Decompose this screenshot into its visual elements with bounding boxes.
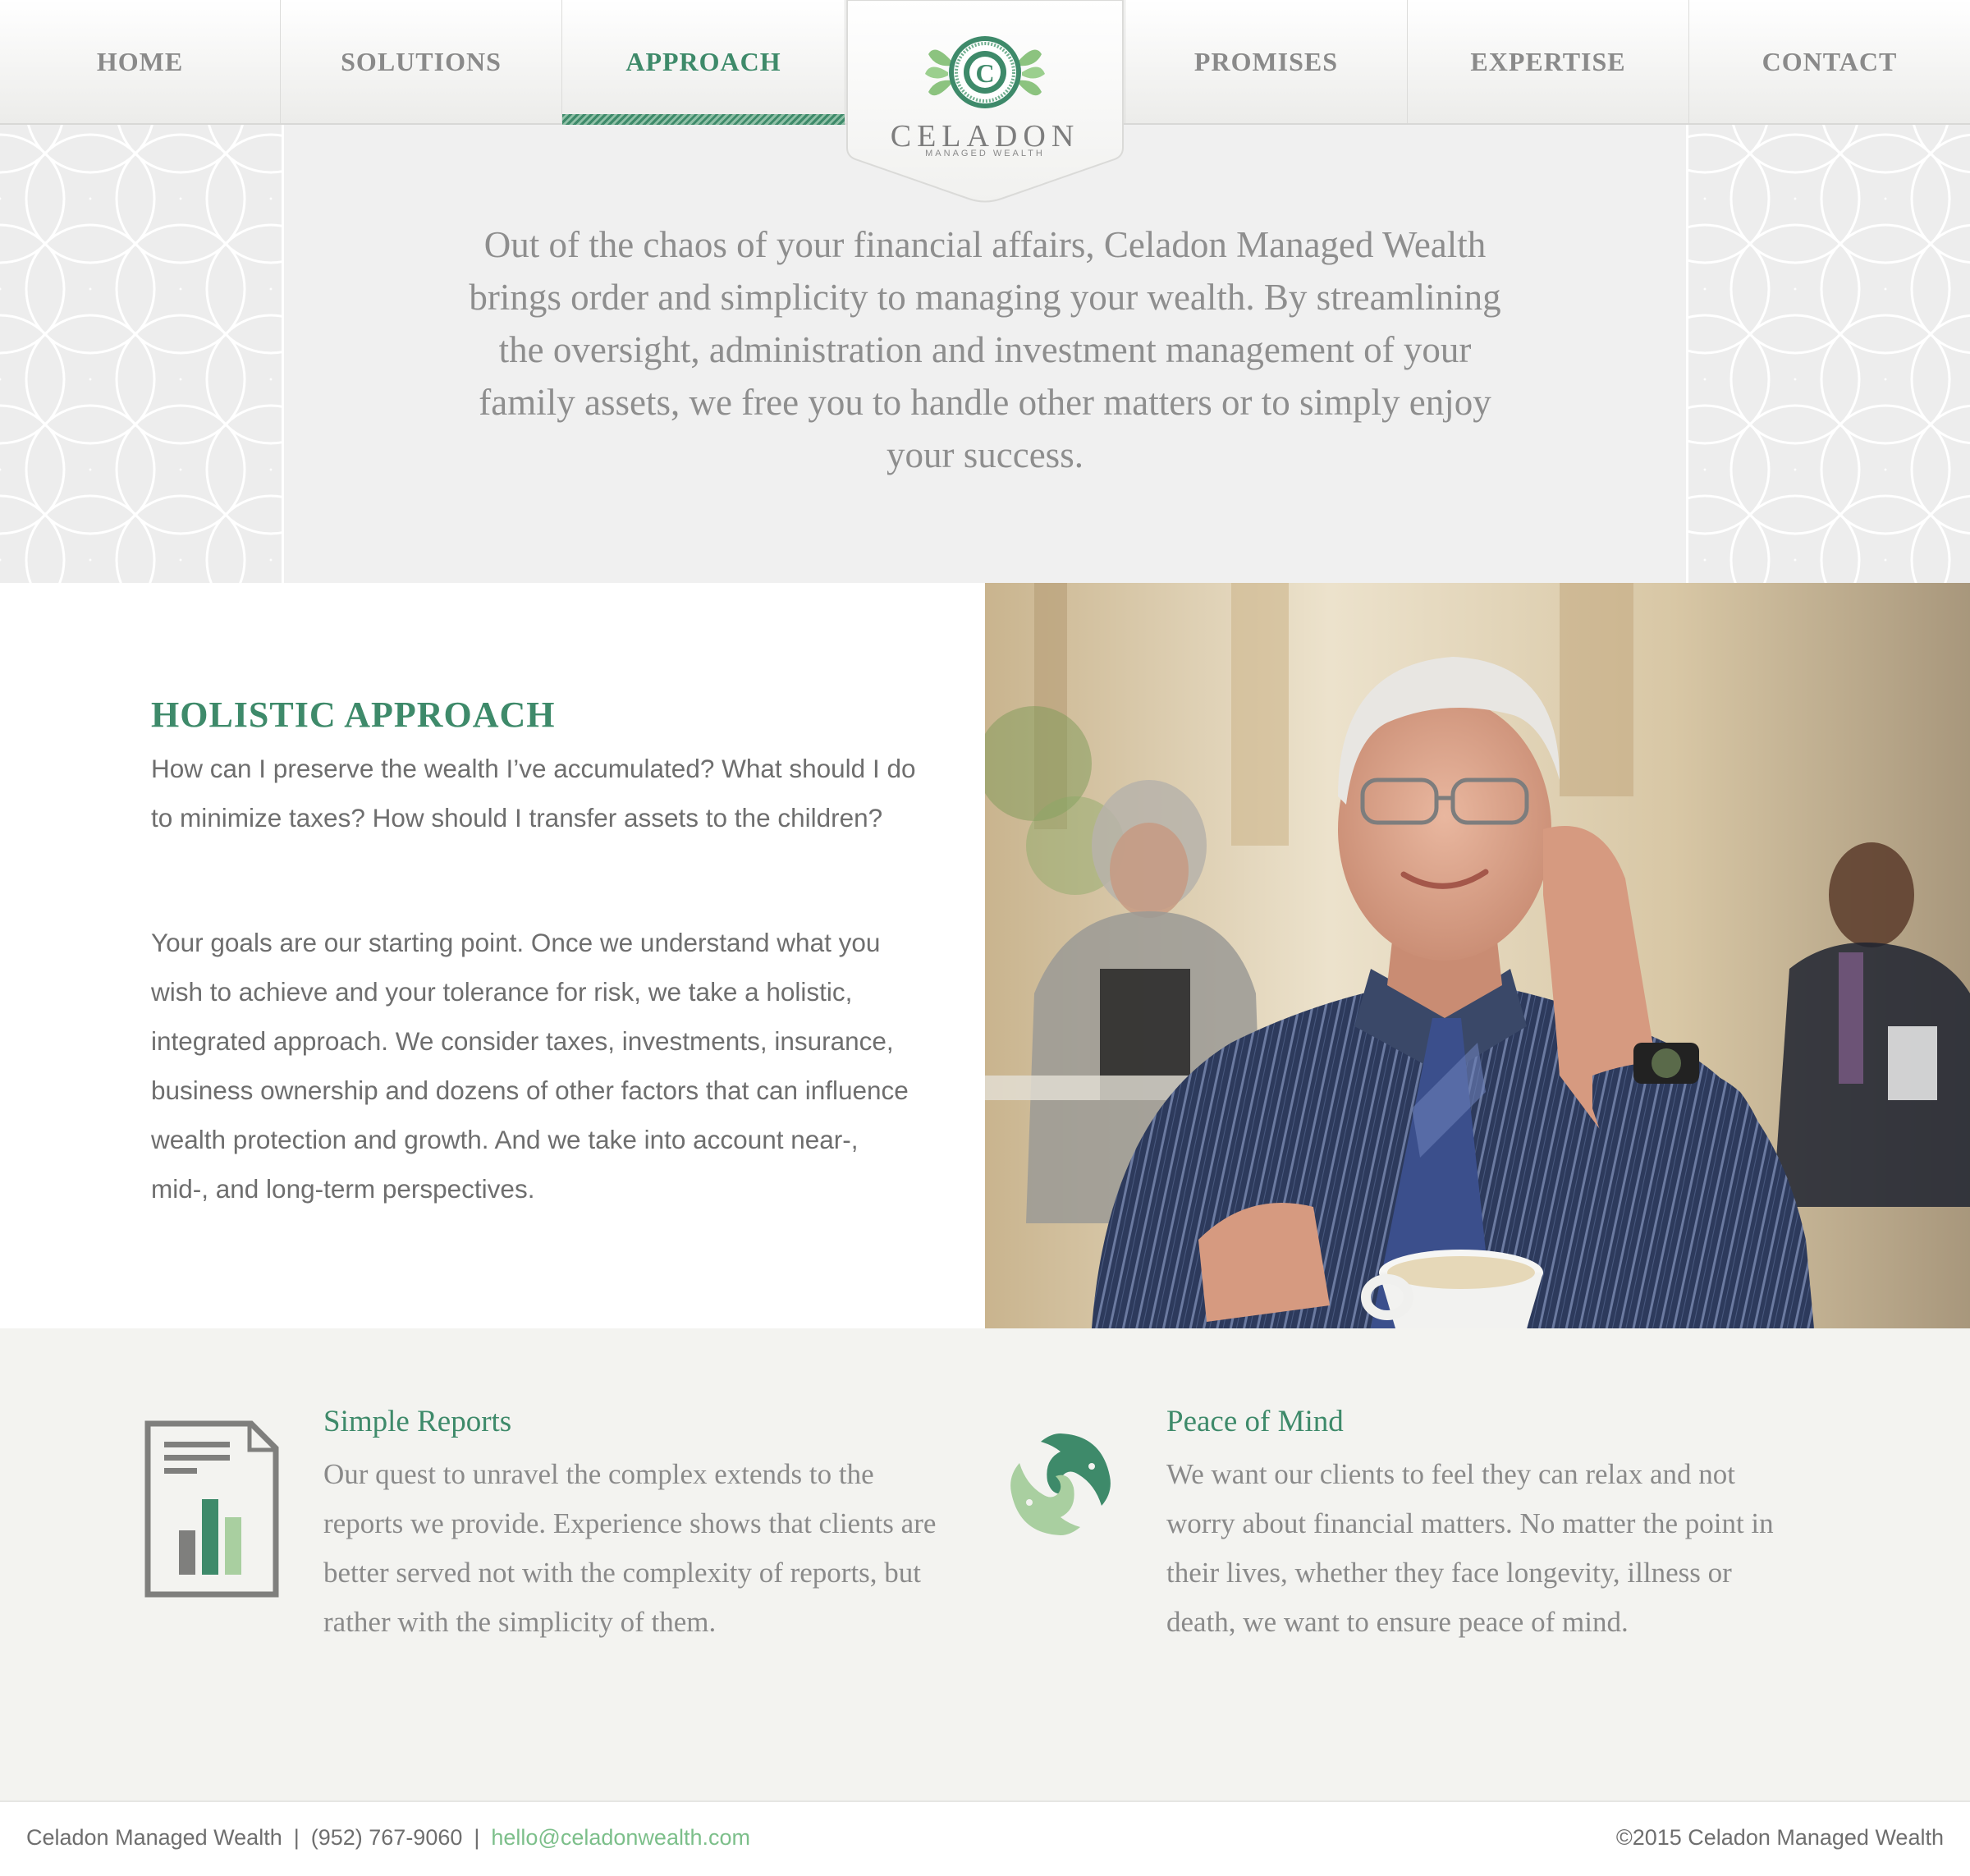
intro-statement: Out of the chaos of your financial affai… — [469, 224, 1501, 475]
footer-copyright: ©2015 Celadon Managed Wealth — [1615, 1825, 1944, 1850]
footer-contact-info: Celadon Managed Wealth | (952) 767-9060 | he… — [26, 1825, 750, 1851]
logo-badge[interactable]: C CELADON MANAGED WEALTH — [845, 0, 1125, 205]
decorative-circle-pattern-right — [1686, 125, 1970, 583]
footer-company-name: Celadon Managed Wealth — [26, 1825, 282, 1850]
smiling-man-cafe-photo — [985, 583, 1970, 1328]
circle-pattern-graphic — [1688, 125, 1970, 583]
photo-illustration — [985, 583, 1970, 1328]
report-chart-icon — [144, 1420, 279, 1598]
nav-item-contact[interactable]: CONTACT — [1689, 0, 1970, 123]
footer-email-link[interactable]: hello@celadonwealth.com — [491, 1825, 750, 1850]
nav-item-expertise[interactable]: EXPERTISE — [1408, 0, 1689, 123]
nav-item-promises[interactable]: PROMISES — [1125, 0, 1408, 123]
feature-title-peace-of-mind: Peace of Mind — [1166, 1405, 1344, 1438]
logo-letter: C — [975, 58, 994, 88]
circle-pattern-graphic — [0, 125, 282, 583]
logo-tagline: MANAGED WEALTH — [925, 149, 1045, 158]
holistic-approach-section: HOLISTIC APPROACH How can I preserve the… — [0, 583, 1970, 1328]
footer: Celadon Managed Wealth | (952) 767-9060 | he… — [0, 1800, 1970, 1876]
holistic-questions-paragraph: How can I preserve the wealth I’ve accum… — [151, 754, 916, 833]
feature-text-simple-reports: Our quest to unravel the complex extends… — [323, 1458, 937, 1638]
nav-item-solutions[interactable]: SOLUTIONS — [281, 0, 562, 123]
features-section: Simple Reports Our quest to unravel the … — [0, 1328, 1970, 1800]
footer-phone[interactable]: (952) 767-9060 — [311, 1825, 463, 1850]
footer-separator: | — [474, 1825, 480, 1850]
section-title: HOLISTIC APPROACH — [151, 695, 556, 735]
feature-title-simple-reports: Simple Reports — [323, 1405, 512, 1438]
koi-fish-icon — [1010, 1433, 1111, 1535]
decorative-circle-pattern-left — [0, 125, 284, 583]
footer-separator: | — [293, 1825, 300, 1850]
feature-text-peace-of-mind: We want our clients to feel they can rel… — [1166, 1458, 1774, 1638]
holistic-goals-paragraph: Your goals are our starting point. Once … — [151, 928, 909, 1204]
nav-item-approach[interactable]: APPROACH — [562, 0, 845, 125]
nav-item-home[interactable]: HOME — [0, 0, 281, 123]
leaf-medallion-logo-icon: C — [925, 36, 1045, 108]
